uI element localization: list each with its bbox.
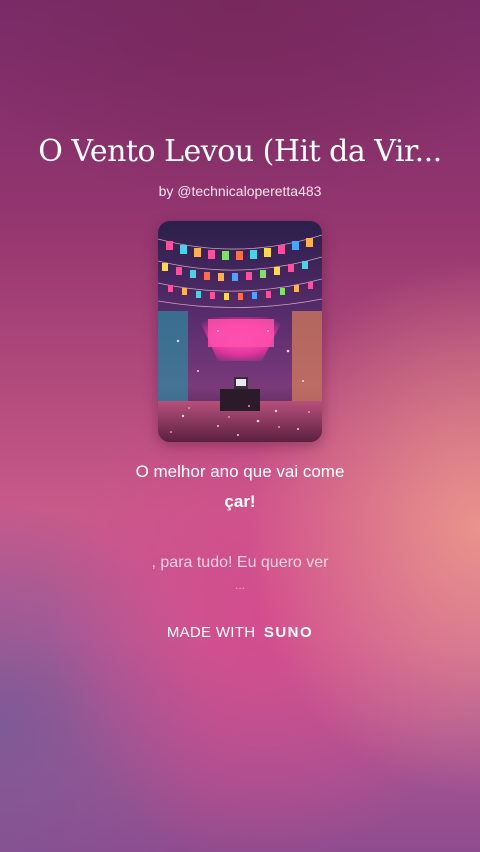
lyric-line-current: O melhor ano que vai come (135, 462, 345, 481)
lyric-line-current-continued: çar! (224, 492, 256, 511)
suno-logo: SUNO (263, 624, 314, 641)
cover-art-image[interactable] (158, 221, 322, 442)
song-share-screen: O Vento Levou (Hit da Vir... by @technic… (0, 0, 480, 852)
lyric-ellipsis: ... (234, 578, 245, 592)
song-title: O Vento Levou (Hit da Vir... (38, 134, 442, 169)
made-with-label: MADE WITH (166, 624, 256, 641)
made-with-suno-footer[interactable]: MADE WITH SUNO (0, 624, 480, 641)
song-author[interactable]: by @technicaloperetta483 (0, 183, 480, 199)
lyric-line-next: , para tudo! Eu quero ver (151, 554, 329, 571)
party-scene-icon (158, 221, 322, 442)
